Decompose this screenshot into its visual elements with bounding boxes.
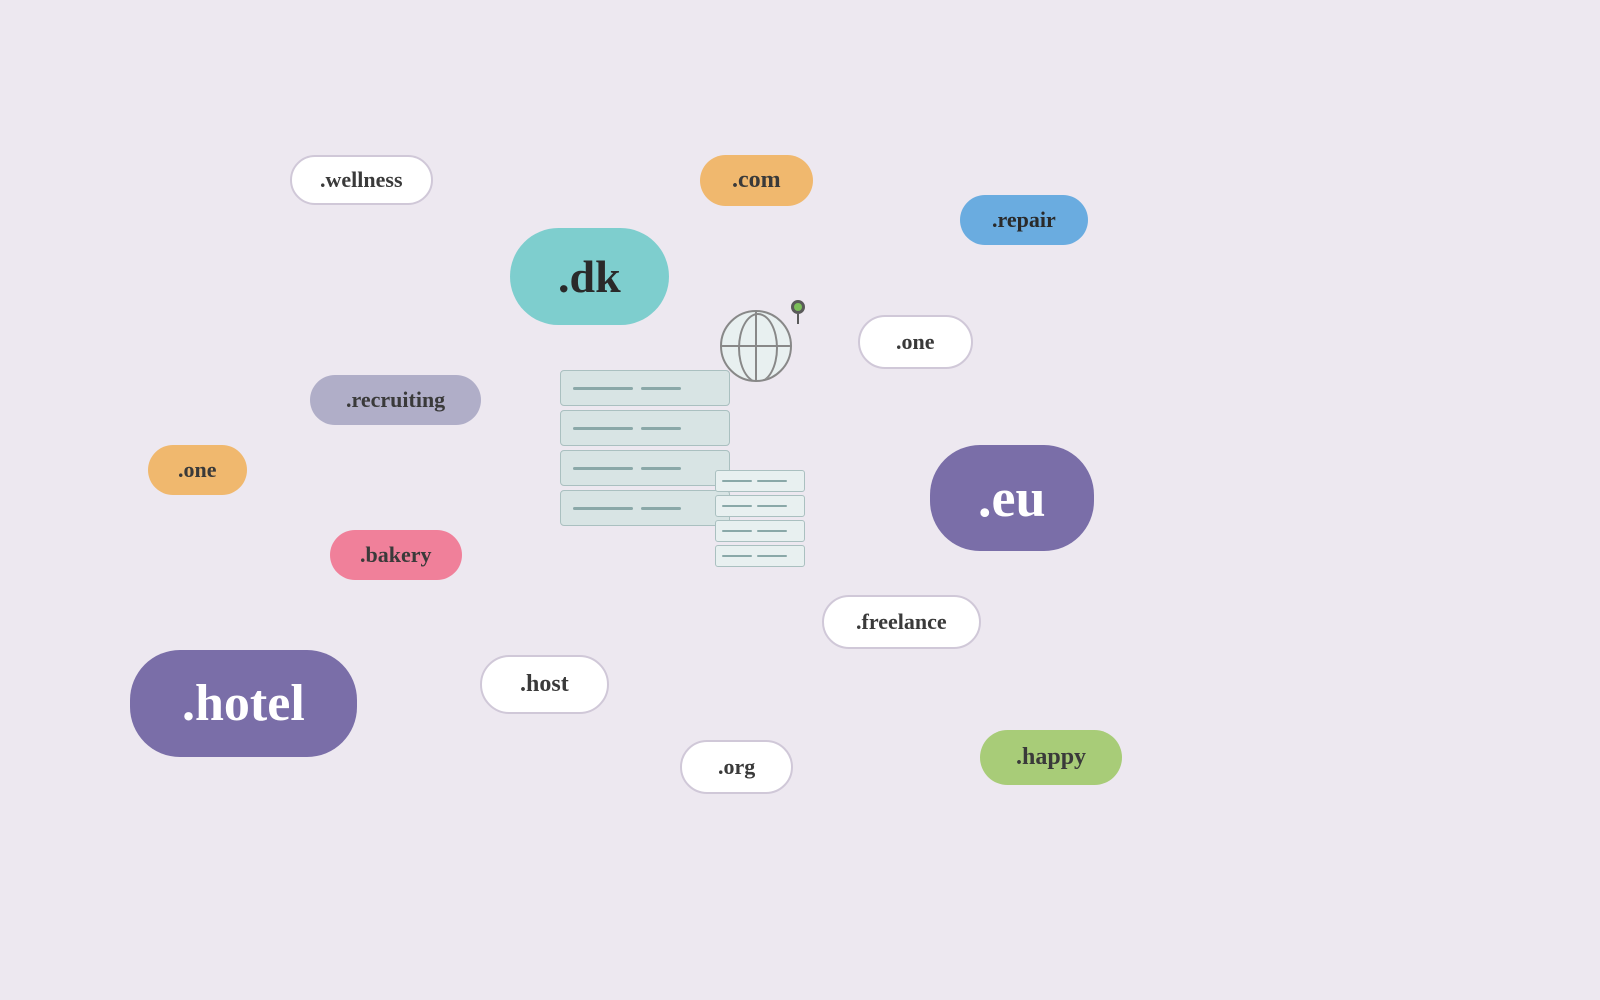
server-rack xyxy=(560,370,730,530)
freelance-label: .freelance xyxy=(856,609,947,635)
bakery-bubble[interactable]: .bakery xyxy=(330,530,462,580)
com-bubble[interactable]: .com xyxy=(700,155,813,206)
repair-label: .repair xyxy=(992,207,1056,233)
recruiting-label: .recruiting xyxy=(346,387,445,413)
server-unit-2 xyxy=(560,410,730,446)
com-label: .com xyxy=(732,167,781,194)
one-white-bubble[interactable]: .one xyxy=(858,315,973,369)
hotel-bubble[interactable]: .hotel xyxy=(130,650,357,757)
server-stack-small xyxy=(715,470,805,570)
bakery-label: .bakery xyxy=(360,542,432,568)
one-orange-bubble[interactable]: .one xyxy=(148,445,247,495)
hotel-label: .hotel xyxy=(182,674,305,733)
happy-bubble[interactable]: .happy xyxy=(980,730,1122,785)
happy-label: .happy xyxy=(1016,744,1086,771)
dk-label: .dk xyxy=(558,250,621,303)
host-label: .host xyxy=(520,671,569,698)
org-label: .org xyxy=(718,754,755,780)
wellness-bubble[interactable]: .wellness xyxy=(290,155,433,205)
one-orange-label: .one xyxy=(178,457,217,483)
org-bubble[interactable]: .org xyxy=(680,740,793,794)
small-server-3 xyxy=(715,520,805,542)
one-white-label: .one xyxy=(896,329,935,355)
small-server-2 xyxy=(715,495,805,517)
server-unit-4 xyxy=(560,490,730,526)
wellness-label: .wellness xyxy=(320,167,403,193)
small-server-4 xyxy=(715,545,805,567)
repair-bubble[interactable]: .repair xyxy=(960,195,1088,245)
dk-bubble[interactable]: .dk xyxy=(510,228,669,325)
host-bubble[interactable]: .host xyxy=(480,655,609,714)
server-illustration xyxy=(560,340,820,570)
eu-bubble[interactable]: .eu xyxy=(930,445,1094,551)
recruiting-bubble[interactable]: .recruiting xyxy=(310,375,481,425)
server-unit-1 xyxy=(560,370,730,406)
small-server-1 xyxy=(715,470,805,492)
server-unit-3 xyxy=(560,450,730,486)
freelance-bubble[interactable]: .freelance xyxy=(822,595,981,649)
eu-label: .eu xyxy=(978,467,1046,529)
globe-icon xyxy=(720,310,800,390)
